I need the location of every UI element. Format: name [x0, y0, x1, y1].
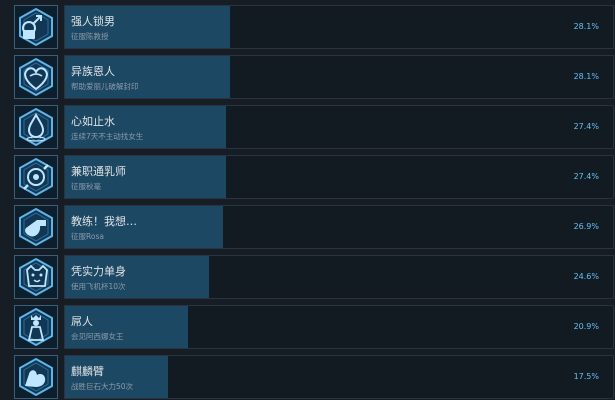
- achievement-title: 兼职通乳师: [71, 165, 126, 178]
- unlock-percent: 28.1%: [573, 72, 599, 81]
- flexed-arm-icon: [14, 355, 58, 399]
- achievement-title: 凭实力单身: [71, 265, 126, 278]
- unlock-percent: 27.4%: [573, 172, 599, 181]
- achievement-card: 凭实力单身使用飞机杯10次 24.6%: [64, 255, 614, 299]
- achievement-card: 强人锁男征服陈教授 28.1%: [64, 5, 614, 49]
- achievement-card: 异族恩人帮助爱丽儿破解封印 28.1%: [64, 55, 614, 99]
- achievement-card: 麒麟臂战胜巨石大力50次 17.5%: [64, 355, 614, 399]
- achievement-title: 教练！我想…: [71, 215, 137, 228]
- achievement-row[interactable]: 麒麟臂战胜巨石大力50次 17.5%: [14, 355, 614, 399]
- pacifier-icon: [14, 155, 58, 199]
- achievement-description: 使用飞机杯10次: [71, 282, 126, 291]
- lock-gender-icon: [14, 5, 58, 49]
- achievement-title: 心如止水: [71, 115, 115, 128]
- achievement-row[interactable]: 心如止水连续7天不主动找女生 27.4%: [14, 105, 614, 149]
- unlock-percent: 20.9%: [573, 322, 599, 331]
- achievement-title: 屌人: [71, 315, 93, 328]
- achievement-description: 征服陈教授: [71, 32, 109, 41]
- achievement-card: 屌人会见阿西娜女王 20.9%: [64, 305, 614, 349]
- water-drop-icon: [14, 105, 58, 149]
- achievement-title: 强人锁男: [71, 15, 115, 28]
- achievement-row[interactable]: 教练！我想… 征服Rosa 26.9%: [14, 205, 614, 249]
- achievement-list: 强人锁男征服陈教授 28.1% 异族恩人帮助爱丽儿破解封印 28.1% 心如止水连续7天…: [0, 0, 615, 400]
- unlock-percent: 24.6%: [573, 272, 599, 281]
- unlock-percent: 27.4%: [573, 122, 599, 131]
- achievement-description: 征服Rosa: [71, 232, 104, 241]
- achievement-description: 连续7天不主动找女生: [71, 132, 144, 141]
- achievement-card: 兼职通乳师征服秋毫 27.4%: [64, 155, 614, 199]
- achievement-description: 战胜巨石大力50次: [71, 382, 134, 391]
- achievement-description: 会见阿西娜女王: [71, 332, 124, 341]
- heart-icon: [14, 55, 58, 99]
- achievement-row[interactable]: 强人锁男征服陈教授 28.1%: [14, 5, 614, 49]
- unlock-percent: 26.9%: [573, 222, 599, 231]
- achievement-row[interactable]: 兼职通乳师征服秋毫 27.4%: [14, 155, 614, 199]
- queen-figure-icon: [14, 305, 58, 349]
- unlock-percent: 28.1%: [573, 22, 599, 31]
- achievement-row[interactable]: 异族恩人帮助爱丽儿破解封印 28.1%: [14, 55, 614, 99]
- dog-icon: [14, 255, 58, 299]
- achievement-card: 教练！我想… 征服Rosa 26.9%: [64, 205, 614, 249]
- achievement-card: 心如止水连续7天不主动找女生 27.4%: [64, 105, 614, 149]
- achievement-title: 异族恩人: [71, 65, 115, 78]
- achievement-row[interactable]: 屌人会见阿西娜女王 20.9%: [14, 305, 614, 349]
- unlock-percent: 17.5%: [573, 372, 599, 381]
- achievement-description: 帮助爱丽儿破解封印: [71, 82, 139, 91]
- achievement-row[interactable]: 凭实力单身使用飞机杯10次 24.6%: [14, 255, 614, 299]
- achievement-title: 麒麟臂: [71, 365, 104, 378]
- achievement-description: 征服秋毫: [71, 182, 101, 191]
- whistle-icon: [14, 205, 58, 249]
